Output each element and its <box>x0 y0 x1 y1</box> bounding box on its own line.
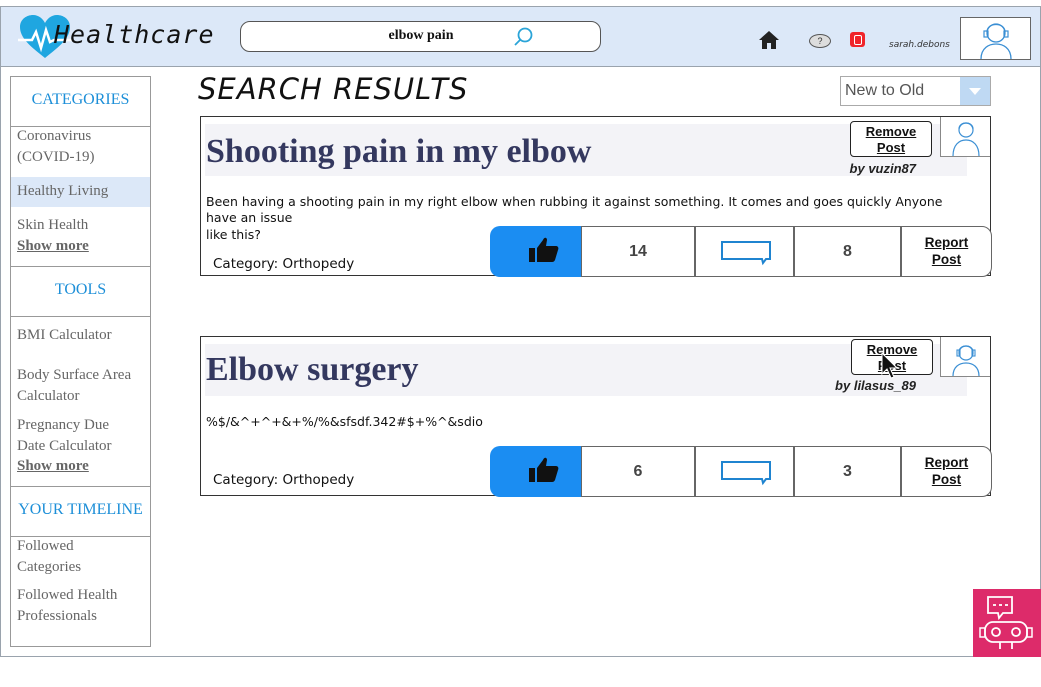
post-card: Elbow surgery by lilasus_89 Remove Post … <box>200 336 992 497</box>
comment-button[interactable] <box>695 226 794 277</box>
post-body-line: %$/&^+^+&+%/%&sfsdf.342#$+%^&sdio <box>206 414 483 429</box>
sort-select[interactable]: New to Old <box>840 76 991 106</box>
post-actions: 14 8 Report Post <box>490 226 992 277</box>
sidebar-item-bmi-calculator[interactable]: BMI Calculator <box>11 325 112 346</box>
like-button[interactable] <box>490 226 581 277</box>
avatar-icon <box>952 122 980 157</box>
thumbs-up-icon <box>529 237 559 262</box>
sidebar-item-followed-professionals[interactable]: Followed Health Professionals <box>11 585 136 627</box>
sidebar-item-healthy-living[interactable]: Healthy Living <box>11 181 108 202</box>
sidebar-item-coronavirus[interactable]: Coronavirus (COVID-19) <box>11 126 141 168</box>
post-author-avatar[interactable] <box>940 117 990 157</box>
home-icon[interactable] <box>758 30 780 50</box>
chatbot-button[interactable] <box>973 589 1041 657</box>
comment-count: 8 <box>794 226 901 277</box>
help-icon[interactable]: ? <box>809 34 831 48</box>
show-more-tools-link[interactable]: Show more <box>11 456 89 477</box>
search-icon[interactable] <box>513 26 535 48</box>
post-category[interactable]: Category: Orthopedy <box>213 256 354 272</box>
post-category[interactable]: Category: Orthopedy <box>213 472 354 488</box>
brand-name[interactable]: Healthcare <box>54 20 215 49</box>
post-author[interactable]: by vuzin87 <box>850 161 916 176</box>
avatar-icon <box>952 345 980 377</box>
report-post-button[interactable]: Report Post <box>901 226 992 277</box>
sidebar-heading-tools[interactable]: TOOLS <box>11 281 150 299</box>
sort-select-value: New to Old <box>845 82 925 99</box>
notification-icon[interactable] <box>850 32 865 47</box>
page-title: SEARCH RESULTS <box>198 72 469 106</box>
post-body-line: have an issue <box>206 210 293 225</box>
comment-button[interactable] <box>695 446 794 497</box>
remove-post-button[interactable]: Remove Post <box>850 121 932 157</box>
divider <box>11 266 150 267</box>
report-post-label-1: Report <box>924 455 969 470</box>
like-count: 14 <box>581 226 695 277</box>
search-bar[interactable] <box>240 21 601 52</box>
post-body-line: Been having a shooting pain in my right … <box>206 194 943 209</box>
post-title[interactable]: Elbow surgery <box>206 351 419 389</box>
chevron-down-icon[interactable] <box>960 77 990 105</box>
search-input[interactable] <box>341 26 501 46</box>
sidebar-heading-timeline[interactable]: YOUR TIMELINE <box>11 501 150 519</box>
divider <box>11 486 150 487</box>
mouse-cursor-icon <box>881 352 899 379</box>
robot-chat-icon <box>979 596 1033 649</box>
post-author[interactable]: by lilasus_89 <box>835 378 916 393</box>
sidebar-item-skin-health[interactable]: Skin Health <box>11 215 88 236</box>
sidebar: CATEGORIES Coronavirus (COVID-19) Health… <box>10 76 151 647</box>
user-avatar[interactable] <box>960 17 1031 60</box>
post-author-avatar[interactable] <box>940 337 990 377</box>
sidebar-item-followed-categories[interactable]: Followed Categories <box>11 536 111 578</box>
remove-post-label-2: Post <box>876 140 906 155</box>
post-title[interactable]: Shooting pain in my elbow <box>206 133 591 171</box>
report-post-label-2: Post <box>931 252 962 267</box>
comment-icon <box>721 461 771 486</box>
post-actions: 6 3 Report Post <box>490 446 992 497</box>
thumbs-up-icon <box>529 457 559 482</box>
user-avatar-icon <box>980 23 1012 60</box>
report-post-label-2: Post <box>931 472 962 487</box>
divider <box>11 316 150 317</box>
username-label[interactable]: sarah.debons <box>889 40 950 50</box>
sidebar-item-pregnancy-due-date[interactable]: Pregnancy Due Date Calculator <box>11 415 131 457</box>
report-post-label-1: Report <box>924 235 969 250</box>
post-body-line: like this? <box>206 227 261 242</box>
like-button[interactable] <box>490 446 581 497</box>
comment-icon <box>721 241 771 266</box>
show-more-categories-link[interactable]: Show more <box>11 236 89 257</box>
sidebar-heading-categories[interactable]: CATEGORIES <box>11 91 150 109</box>
like-count: 6 <box>581 446 695 497</box>
remove-post-label-1: Remove <box>865 124 917 139</box>
post-card: Shooting pain in my elbow by vuzin87 Rem… <box>200 116 992 277</box>
comment-count: 3 <box>794 446 901 497</box>
report-post-button[interactable]: Report Post <box>901 446 992 497</box>
sidebar-item-body-surface-area[interactable]: Body Surface Area Calculator <box>11 365 147 407</box>
